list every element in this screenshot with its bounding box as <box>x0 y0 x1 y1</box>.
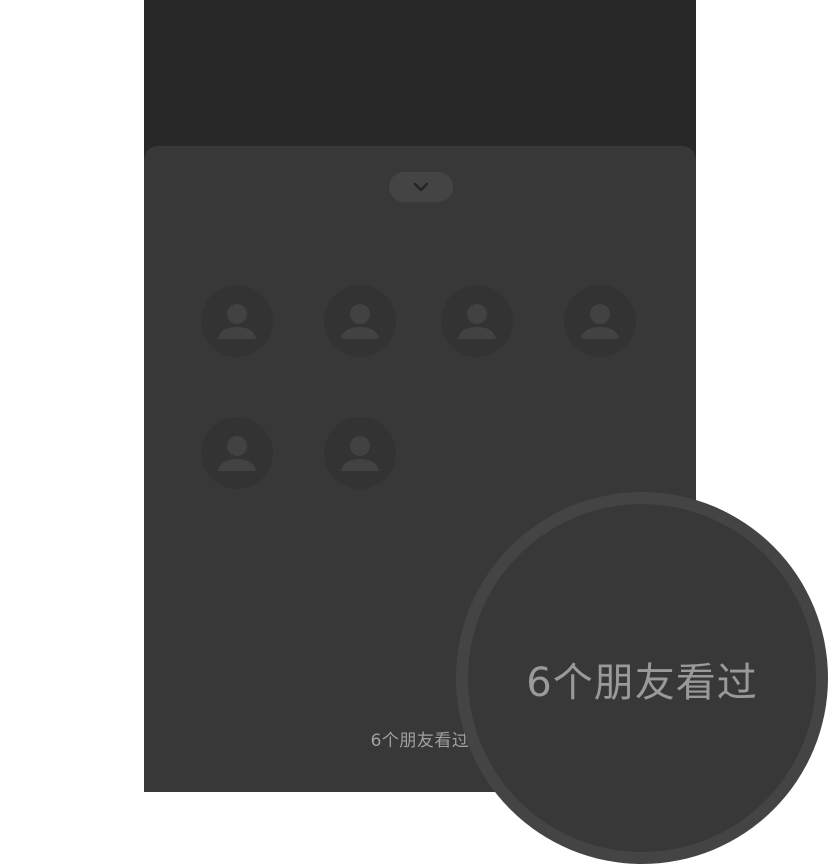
viewer-avatar[interactable] <box>324 417 396 489</box>
zoomed-viewed-by-text: 6个朋友看过 <box>526 660 758 706</box>
default-avatar-icon <box>218 436 256 471</box>
viewer-avatar[interactable] <box>441 285 513 357</box>
viewer-avatar[interactable] <box>324 285 396 357</box>
viewer-avatar[interactable] <box>201 417 273 489</box>
default-avatar-icon <box>458 304 496 339</box>
default-avatar-icon <box>581 304 619 339</box>
viewer-avatar[interactable] <box>564 285 636 357</box>
zoom-callout: 6个朋友看过 <box>456 492 828 864</box>
default-avatar-icon <box>341 304 379 339</box>
default-avatar-icon <box>218 304 256 339</box>
zoom-callout-lens: 6个朋友看过 <box>468 504 816 852</box>
collapse-button[interactable] <box>389 172 453 202</box>
viewer-avatar[interactable] <box>201 285 273 357</box>
default-avatar-icon <box>341 436 379 471</box>
chevron-down-icon <box>413 182 429 192</box>
